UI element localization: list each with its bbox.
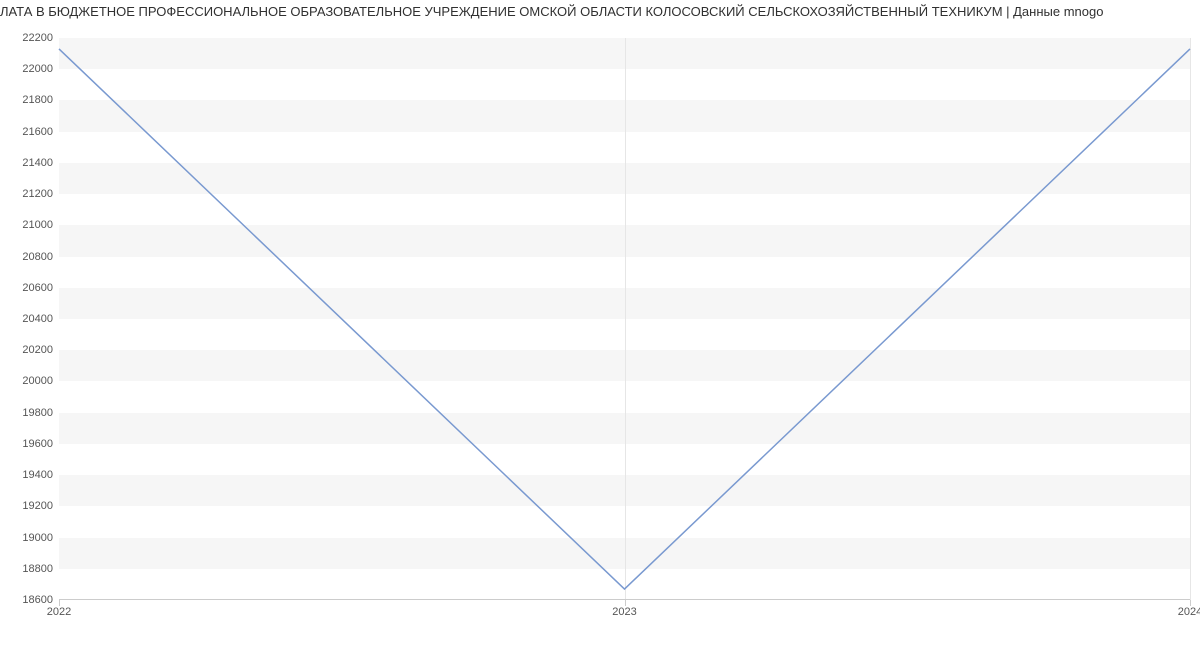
series-line [59,49,1190,589]
y-tick-label: 18600 [22,594,53,606]
y-tick-label: 22200 [22,32,53,44]
grid-line-vertical [1190,38,1191,600]
x-tick-label: 2022 [47,606,71,618]
plot-area: 1860018800190001920019400196001980020000… [59,38,1190,600]
y-tick-label: 20000 [22,375,53,387]
y-tick-label: 19800 [22,407,53,419]
y-tick-label: 21400 [22,157,53,169]
chart-title: ЛАТА В БЮДЖЕТНОЕ ПРОФЕССИОНАЛЬНОЕ ОБРАЗО… [0,4,1200,19]
x-tick-label: 2023 [612,606,636,618]
y-tick-label: 21800 [22,94,53,106]
y-tick-label: 19000 [22,532,53,544]
y-tick-label: 18800 [22,563,53,575]
y-tick-label: 20400 [22,313,53,325]
y-tick-label: 21000 [22,219,53,231]
y-tick-label: 21200 [22,188,53,200]
y-tick-label: 20600 [22,282,53,294]
y-tick-label: 22000 [22,63,53,75]
y-tick-label: 20800 [22,251,53,263]
y-tick-label: 19600 [22,438,53,450]
y-tick-label: 20200 [22,344,53,356]
chart-container: ЛАТА В БЮДЖЕТНОЕ ПРОФЕССИОНАЛЬНОЕ ОБРАЗО… [0,0,1200,650]
y-tick-label: 19200 [22,500,53,512]
line-layer [59,38,1190,600]
x-tick-label: 2024 [1178,606,1200,618]
y-tick-label: 19400 [22,469,53,481]
y-tick-label: 21600 [22,126,53,138]
